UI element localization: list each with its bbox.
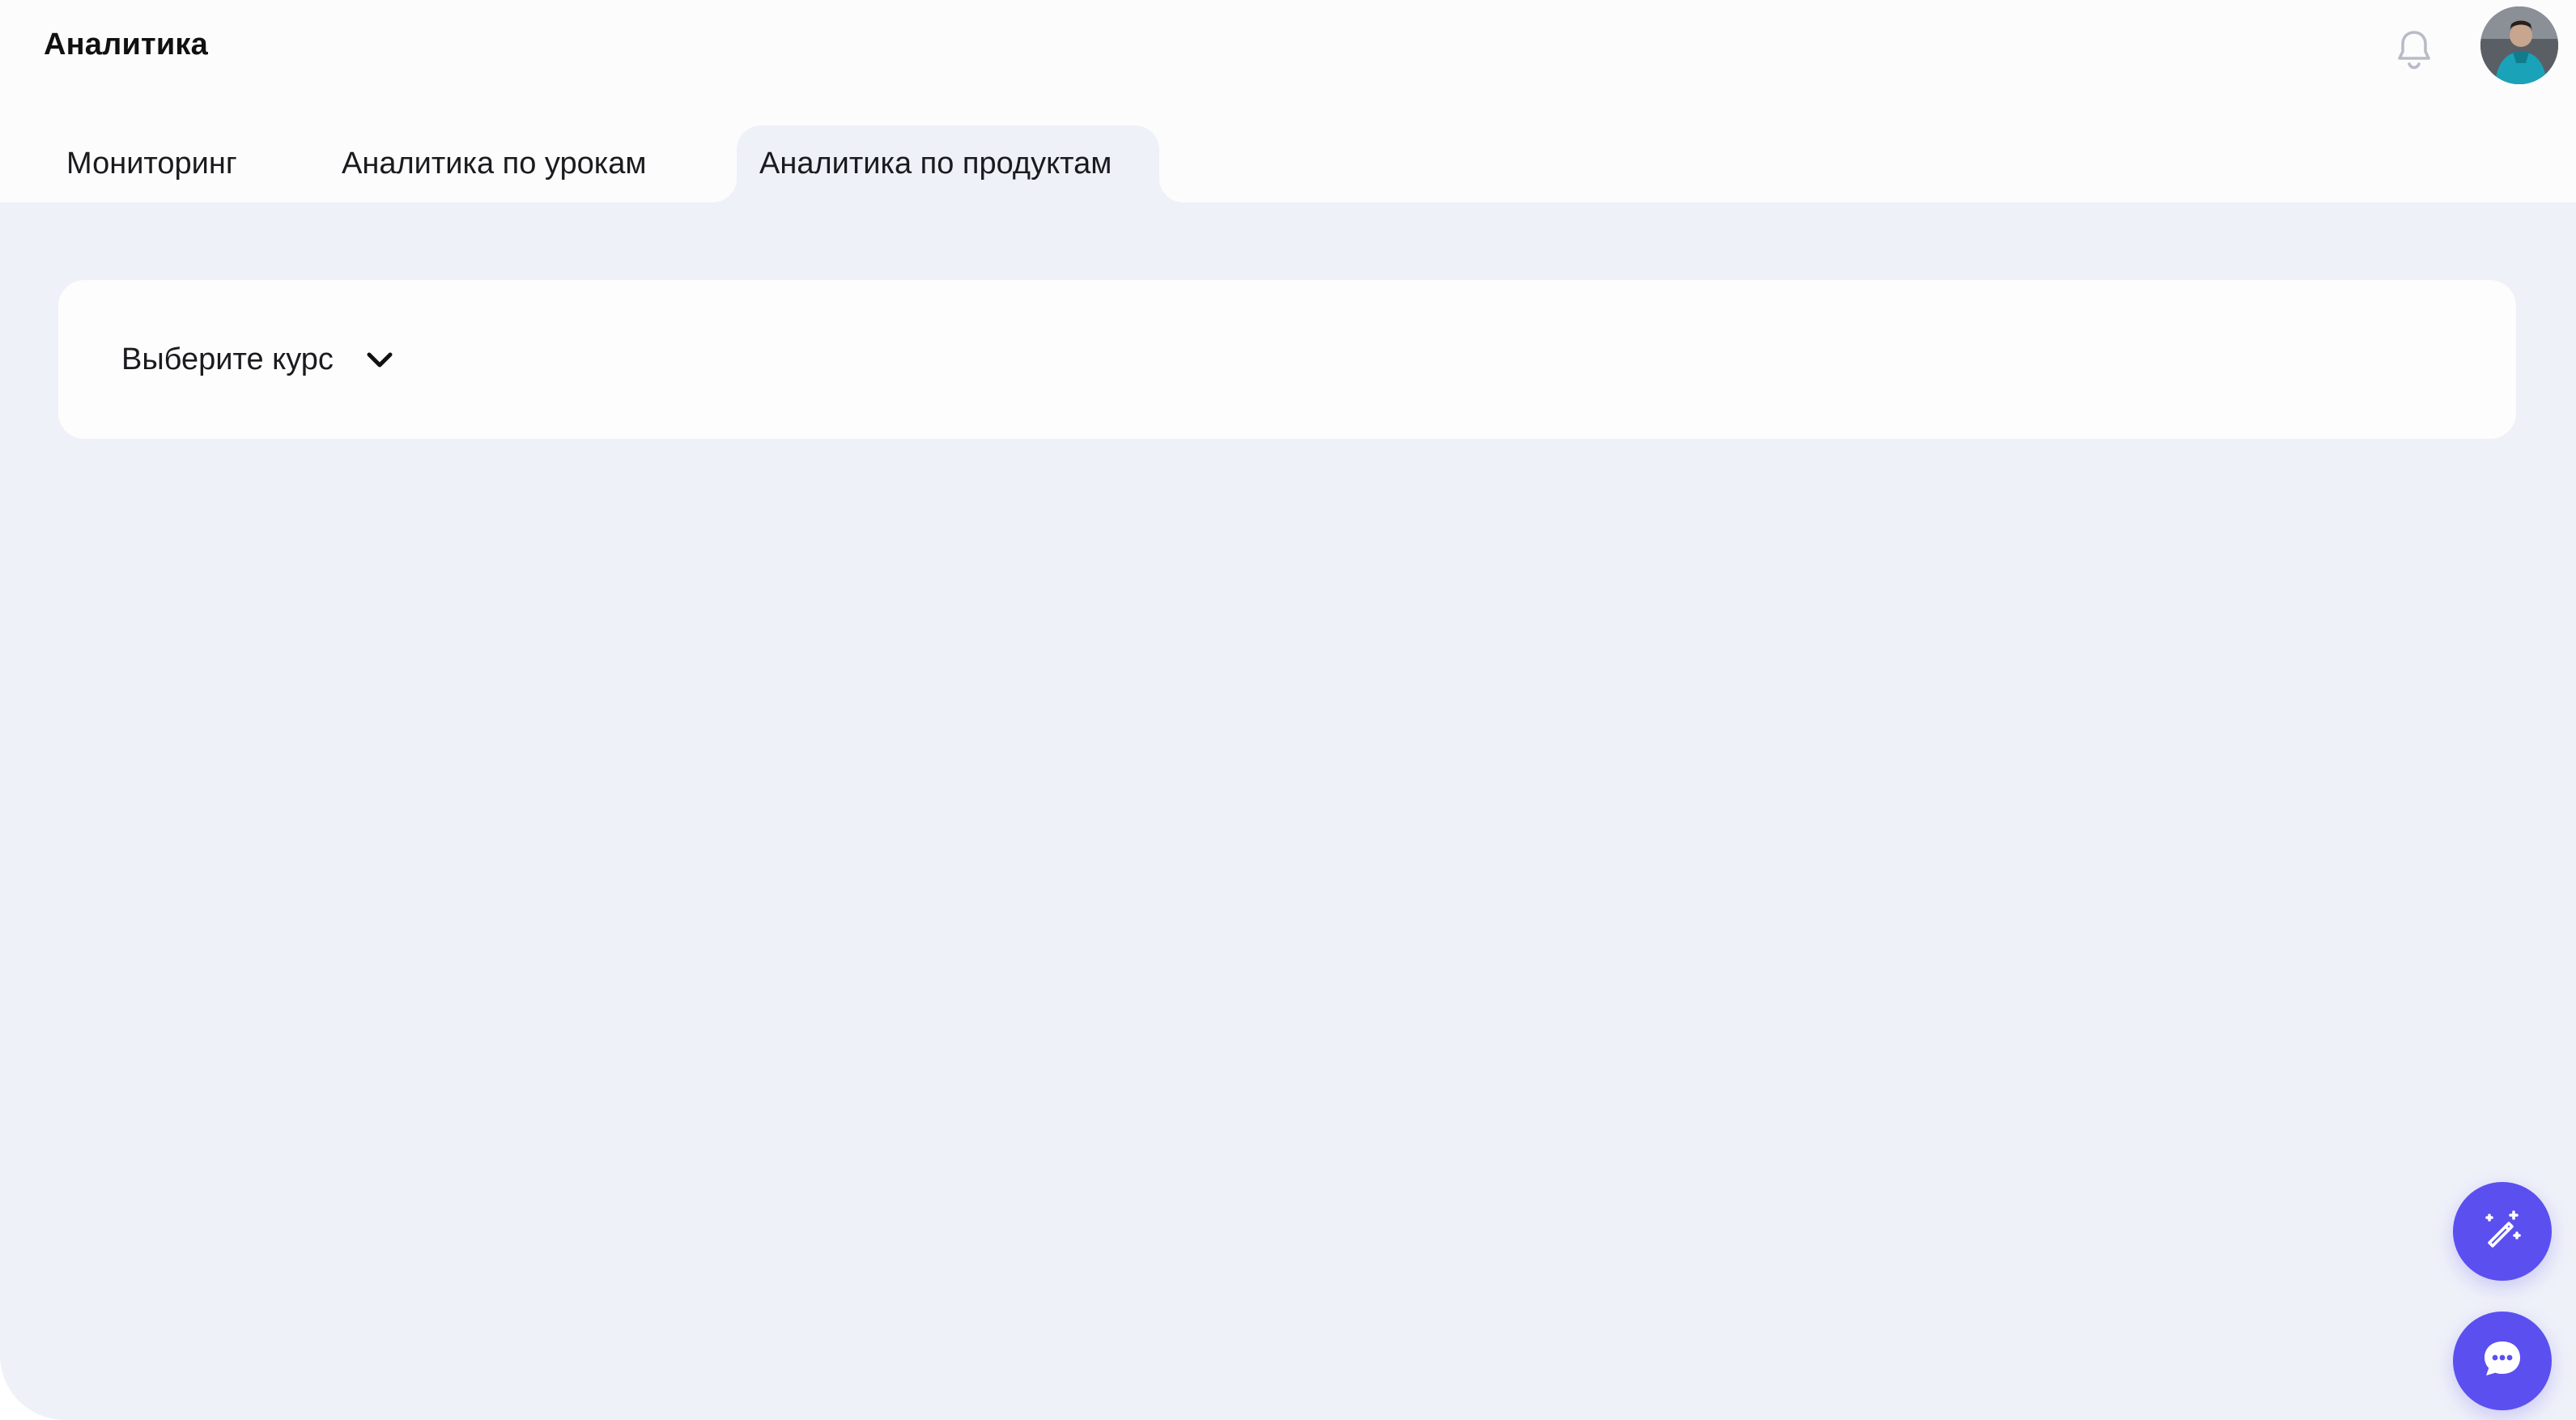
course-filter-card: Выберите курс	[58, 280, 2516, 439]
course-select-label: Выберите курс	[121, 342, 334, 376]
course-select[interactable]: Выберите курс	[121, 280, 393, 439]
tab-label: Мониторинг	[66, 147, 237, 181]
tab-product-analytics[interactable]: Аналитика по продуктам	[737, 125, 1159, 202]
chat-bubble-icon	[2478, 1335, 2527, 1388]
tab-monitoring[interactable]: Мониторинг	[44, 125, 260, 202]
tab-lesson-analytics[interactable]: Аналитика по урокам	[319, 125, 669, 202]
chevron-down-icon	[366, 342, 393, 377]
user-avatar[interactable]	[2480, 6, 2558, 84]
magic-assistant-button[interactable]	[2453, 1182, 2552, 1281]
magic-wand-icon	[2480, 1207, 2525, 1256]
app-window: Аналитика Мониторинг Аналитика по урокам…	[0, 0, 2576, 1420]
page-title: Аналитика	[44, 28, 208, 62]
tab-label: Аналитика по продуктам	[759, 147, 1112, 181]
bell-icon[interactable]	[2388, 24, 2440, 76]
tab-label: Аналитика по урокам	[342, 147, 647, 181]
top-bar: Аналитика Мониторинг Аналитика по урокам…	[0, 0, 2576, 202]
tab-bar: Мониторинг Аналитика по урокам Аналитика…	[0, 125, 1295, 202]
chat-button[interactable]	[2453, 1312, 2552, 1410]
